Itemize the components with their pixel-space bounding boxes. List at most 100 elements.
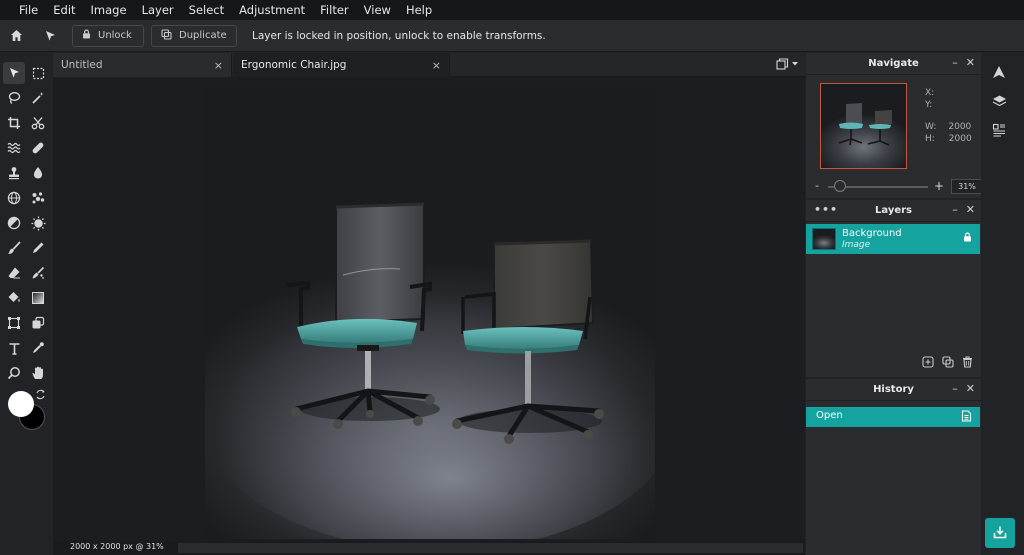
menu-view[interactable]: View xyxy=(364,3,391,17)
zoom-icon[interactable] xyxy=(3,362,25,384)
hand-icon[interactable] xyxy=(27,362,49,384)
close-icon[interactable]: ✕ xyxy=(966,382,975,395)
zoom-controls: - + 31% xyxy=(814,179,983,195)
layer-actions xyxy=(922,356,973,371)
close-icon[interactable]: × xyxy=(214,59,223,72)
add-layer-icon[interactable] xyxy=(922,356,934,371)
layer-item[interactable]: Background Image xyxy=(806,224,980,254)
close-icon[interactable]: ✕ xyxy=(966,56,975,69)
shape-icon[interactable] xyxy=(27,312,49,334)
tab-label: Ergonomic Chair.jpg xyxy=(241,59,347,71)
delete-layer-icon[interactable] xyxy=(962,356,973,371)
duplicate-icon xyxy=(161,28,172,43)
duplicate-label: Duplicate xyxy=(179,30,227,41)
smudge-icon[interactable] xyxy=(27,262,49,284)
sponge-icon[interactable] xyxy=(27,212,49,234)
export-button[interactable] xyxy=(985,518,1015,548)
history-panel: History – ✕ Open xyxy=(806,379,981,555)
horizontal-scrollbar[interactable] xyxy=(178,543,803,553)
arrange-windows-icon[interactable] xyxy=(776,58,798,70)
sphere-icon[interactable] xyxy=(3,187,25,209)
swap-colors-icon[interactable] xyxy=(35,389,46,403)
menu-file[interactable]: File xyxy=(19,3,38,17)
pencil-icon[interactable] xyxy=(27,237,49,259)
move-icon[interactable] xyxy=(3,62,25,84)
scatter-icon[interactable] xyxy=(27,187,49,209)
menu-layer[interactable]: Layer xyxy=(142,3,174,17)
side-strip xyxy=(981,53,1024,555)
duplicate-button[interactable]: Duplicate xyxy=(151,24,237,47)
navigate-panel: Navigate – ✕ X: Y: W: 2000 H: 2000 - + 3… xyxy=(806,53,983,198)
image-height: H: 2000 xyxy=(925,134,972,144)
close-icon[interactable]: × xyxy=(432,59,441,72)
menu-help[interactable]: Help xyxy=(406,3,432,17)
document-area: Untitled × Ergonomic Chair.jpg × 2000 x … xyxy=(53,53,805,555)
history-label: Open xyxy=(816,410,843,421)
eyedropper-icon[interactable] xyxy=(27,337,49,359)
tab-label: Untitled xyxy=(61,59,103,71)
menu-image[interactable]: Image xyxy=(91,3,127,17)
image-canvas[interactable] xyxy=(205,91,655,539)
text-icon[interactable] xyxy=(3,337,25,359)
home-icon[interactable] xyxy=(8,28,24,44)
layer-type: Image xyxy=(842,240,871,250)
marquee-icon[interactable] xyxy=(27,62,49,84)
dodge-icon[interactable] xyxy=(3,212,25,234)
panel-title: Navigate xyxy=(868,58,919,69)
menu-filter[interactable]: Filter xyxy=(320,3,348,17)
panel-title: Layers xyxy=(875,205,912,216)
history-header: History – ✕ xyxy=(806,379,981,401)
cursor-x: X: xyxy=(925,88,935,98)
minimize-icon[interactable]: – xyxy=(952,203,958,216)
duplicate-layer-icon[interactable] xyxy=(942,356,954,371)
crop-icon[interactable] xyxy=(3,112,25,134)
tab-ergonomic-chair[interactable]: Ergonomic Chair.jpg × xyxy=(233,53,450,77)
gradient-icon[interactable] xyxy=(27,287,49,309)
history-item[interactable]: Open xyxy=(806,407,980,427)
zoom-out-button[interactable]: - xyxy=(815,179,819,192)
lasso-icon[interactable] xyxy=(3,87,25,109)
layers-header: ••• Layers – ✕ xyxy=(806,200,981,222)
healing-icon[interactable] xyxy=(27,137,49,159)
zoom-slider-handle[interactable] xyxy=(834,180,846,192)
more-icon[interactable]: ••• xyxy=(814,203,838,216)
zoom-input[interactable]: 31% xyxy=(951,179,983,194)
menu-adjustment[interactable]: Adjustment xyxy=(239,3,305,17)
minimize-icon[interactable]: – xyxy=(952,56,958,69)
navigator-icon[interactable] xyxy=(992,65,1006,82)
fill-icon[interactable] xyxy=(3,287,25,309)
zoom-in-button[interactable]: + xyxy=(934,179,944,193)
unlock-button[interactable]: Unlock xyxy=(72,24,144,47)
layers-panel: ••• Layers – ✕ Background Image xyxy=(806,200,981,377)
document-info: 2000 x 2000 px @ 31% xyxy=(70,542,164,551)
layer-thumbnail xyxy=(812,228,836,250)
panel-title: History xyxy=(873,384,914,395)
foreground-color-swatch[interactable] xyxy=(8,391,34,417)
menu-edit[interactable]: Edit xyxy=(53,3,75,17)
chairs-photo xyxy=(205,202,655,539)
tab-untitled[interactable]: Untitled × xyxy=(53,53,232,77)
brush-icon[interactable] xyxy=(3,237,25,259)
navigate-header: Navigate – ✕ xyxy=(806,53,981,75)
navigator-thumbnail[interactable] xyxy=(820,83,907,169)
transform-icon[interactable] xyxy=(3,312,25,334)
options-bar: Unlock Duplicate Layer is locked in posi… xyxy=(0,20,1024,52)
tools-panel xyxy=(0,53,53,555)
minimize-icon[interactable]: – xyxy=(952,382,958,395)
menu-bar: File Edit Image Layer Select Adjustment … xyxy=(0,0,1024,20)
lock-icon[interactable] xyxy=(963,232,972,245)
eraser-icon[interactable] xyxy=(3,262,25,284)
lock-message: Layer is locked in position, unlock to e… xyxy=(252,29,546,42)
download-icon xyxy=(993,525,1007,542)
liquify-icon[interactable] xyxy=(3,137,25,159)
magic-wand-icon[interactable] xyxy=(27,87,49,109)
history-icon[interactable] xyxy=(992,123,1006,140)
stamp-icon[interactable] xyxy=(3,162,25,184)
layers-icon[interactable] xyxy=(992,94,1007,111)
close-icon[interactable]: ✕ xyxy=(966,203,975,216)
menu-select[interactable]: Select xyxy=(189,3,224,17)
drop-icon[interactable] xyxy=(27,162,49,184)
pointer-icon[interactable] xyxy=(42,28,58,44)
scissors-icon[interactable] xyxy=(27,112,49,134)
unlock-label: Unlock xyxy=(98,30,132,41)
